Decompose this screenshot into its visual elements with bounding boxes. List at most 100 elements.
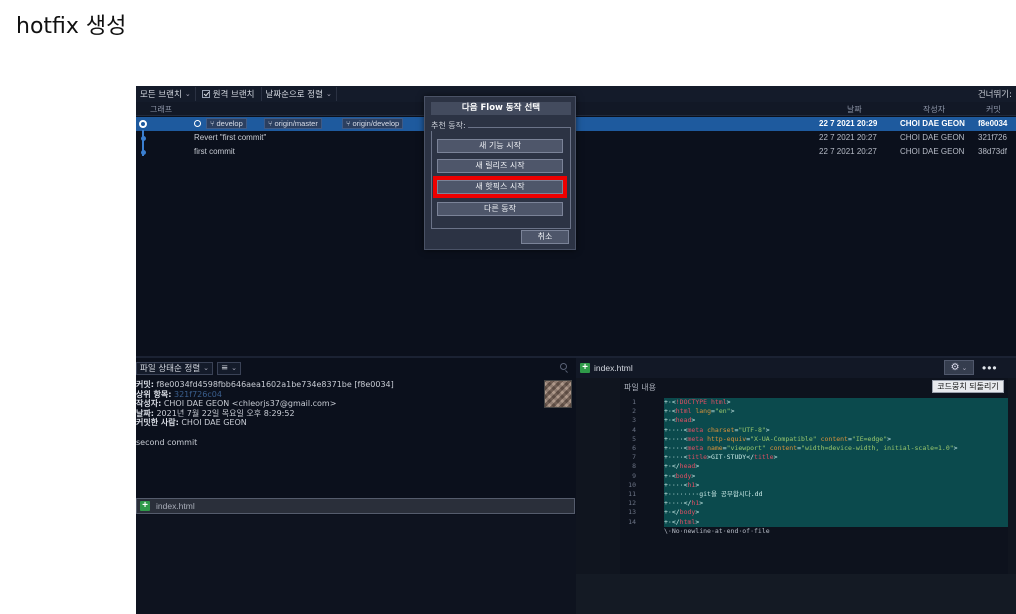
branch-tag[interactable]: ⑂ origin/master xyxy=(264,118,322,129)
commit-author: CHOI DAE GEON xyxy=(900,133,965,142)
diff-content-panel: 파일 내용 코드뭉치 되돌리기 1 +·<!DOCTYPE html> 2 +·<ht… xyxy=(620,378,1008,574)
commit-list-header: 그래프 날짜 작성자 커밋 xyxy=(136,102,1016,116)
remote-branch-toggle[interactable]: 원격 브랜치 xyxy=(196,88,261,100)
column-date[interactable]: 날짜 xyxy=(847,104,862,115)
diff-line: 11 +········git을 공부합시다.dd xyxy=(620,490,1008,500)
line-text: +·</body> xyxy=(664,508,1008,518)
diff-pane: + index.html ⚙ ⌄ ••• 파일 내용 코드뭉치 되돌리기 1 +·… xyxy=(576,358,1016,614)
line-text: +·<head> xyxy=(664,416,1008,426)
checkbox-icon xyxy=(201,90,210,98)
line-text: +·<body> xyxy=(664,471,1008,481)
diff-line: 14 +·</html> xyxy=(620,517,1008,527)
diff-line: 3 +·<head> xyxy=(620,416,1008,426)
branch-tag[interactable]: ⑂ origin/develop xyxy=(342,118,404,129)
new-hotfix-button[interactable]: 새 핫픽스 시작 xyxy=(433,176,567,198)
diff-file-name: index.html xyxy=(594,363,633,373)
branch-icon: ⑂ xyxy=(210,119,215,128)
branch-filter-dropdown[interactable]: 모든 브랜치 ⌄ xyxy=(136,87,196,101)
line-number: 4 xyxy=(632,425,636,434)
search-icon[interactable] xyxy=(560,363,567,370)
line-number: 12 xyxy=(628,499,636,508)
line-text: +········git을 공부합시다.dd xyxy=(664,490,1008,500)
diff-settings-button[interactable]: ⚙ ⌄ xyxy=(944,360,974,375)
sort-order-dropdown[interactable]: 날짜순으로 정렬 ⌄ xyxy=(260,87,337,101)
page-title: hotfix 생성 xyxy=(16,14,127,39)
commit-row[interactable]: Revert "first commit" 22 7 2021 20:27 CH… xyxy=(136,131,1016,145)
line-text: +·<!DOCTYPE html> xyxy=(664,398,1008,408)
chevron-down-icon: ⌄ xyxy=(184,90,191,98)
line-number: 6 xyxy=(632,444,636,452)
commit-hash: 321f726 xyxy=(978,133,1007,142)
diff-line: 2 +·<html lang="en"> xyxy=(620,407,1008,417)
history-toolbar: 모든 브랜치 ⌄ 원격 브랜치 날짜순으로 정렬 ⌄ 건너뛰기: xyxy=(136,86,1016,102)
diff-line: 10 +····<h1> xyxy=(620,480,1008,490)
line-text: \·No·newline·at·end·of·file xyxy=(664,526,770,535)
parent-commit-link[interactable]: 321f726c04 xyxy=(174,390,222,399)
head-indicator-icon xyxy=(194,120,201,127)
revert-hunk-button[interactable]: 코드뭉치 되돌리기 xyxy=(932,380,1004,393)
diff-line: 5 +····<meta http-equiv="X-UA-Compatible"… xyxy=(620,434,1008,444)
sourcetree-window: 모든 브랜치 ⌄ 원격 브랜치 날짜순으로 정렬 ⌄ 건너뛰기: 그래프 날짜 … xyxy=(136,86,1016,614)
diff-line: 6 +····<meta name="viewport" content="wid… xyxy=(620,444,1008,454)
date-value: 2021년 7월 22일 목요일 오후 8:29:52 xyxy=(156,408,295,418)
line-text: +····<meta http-equiv="X-UA-Compatible" … xyxy=(664,434,1008,444)
new-feature-button[interactable]: 새 기능 시작 xyxy=(437,139,563,153)
added-file-icon: + xyxy=(580,363,590,373)
commit-date: 22 7 2021 20:29 xyxy=(819,119,878,128)
sort-order-label: 날짜순으로 정렬 xyxy=(265,90,323,100)
file-sort-dropdown[interactable]: 파일 상태순 정렬 ⌄ xyxy=(136,361,214,375)
line-text: +····</h1> xyxy=(664,499,1008,509)
commit-author: CHOI DAE GEON xyxy=(900,119,965,128)
commit-row[interactable]: first commit 22 7 2021 20:27 CHOI DAE GE… xyxy=(136,145,1016,159)
column-graph[interactable]: 그래프 xyxy=(150,104,172,115)
line-text: +····<h1> xyxy=(664,480,1008,490)
changed-file-row[interactable]: + index.html xyxy=(136,498,575,514)
commit-message: Revert "first commit" xyxy=(194,133,267,142)
file-status-bar: 파일 상태순 정렬 ⌄ ≡ ⌄ xyxy=(136,360,242,376)
line-number: 11 xyxy=(628,490,636,498)
changed-file-name: index.html xyxy=(156,501,195,511)
chevron-down-icon: ⌄ xyxy=(959,365,968,372)
branch-filter-label: 모든 브랜치 xyxy=(140,90,182,100)
commit-date: 22 7 2021 20:27 xyxy=(819,133,877,142)
author-value: CHOI DAE GEON <chleorjs37@gmail.com> xyxy=(163,399,337,409)
chevron-down-icon: ⌄ xyxy=(203,364,210,372)
diff-line: 9 +·<body> xyxy=(620,471,1008,481)
remote-branch-label: 원격 브랜치 xyxy=(212,90,255,100)
view-mode-dropdown[interactable]: ≡ ⌄ xyxy=(217,361,242,375)
line-text: +·</html> xyxy=(664,517,1008,527)
line-number: 8 xyxy=(632,462,636,471)
more-options-icon[interactable]: ••• xyxy=(982,361,998,375)
gear-icon: ⚙ xyxy=(950,362,960,373)
branch-icon: ⑂ xyxy=(346,119,351,128)
commit-sha: f8e0034fd4598fbb646aea1602a1be734e8371be… xyxy=(156,380,394,389)
line-text: +·</head> xyxy=(664,462,1008,472)
column-commit[interactable]: 커밋 xyxy=(986,104,1001,115)
line-text: +····<meta name="viewport" content="widt… xyxy=(664,444,1008,454)
committer-value: CHOI DAE GEON xyxy=(181,418,247,428)
commit-hash: 38d73df xyxy=(978,147,1007,156)
cancel-button[interactable]: 취소 xyxy=(521,230,569,244)
new-release-button[interactable]: 새 릴리즈 시작 xyxy=(437,159,563,173)
line-number: 10 xyxy=(628,480,636,489)
commit-info: 커밋: f8e0034fd4598fbb646aea1602a1be734e83… xyxy=(136,380,394,428)
diff-code: 1 +·<!DOCTYPE html> 2 +·<html lang="en"> 3 +·… xyxy=(620,398,1008,535)
diff-header: + index.html ⚙ ⌄ ••• xyxy=(576,358,1016,378)
diff-file-title: + index.html xyxy=(580,363,633,373)
diff-line: 12 +····</h1> xyxy=(620,499,1008,509)
diff-line: 4 +····<meta charset="UTF-8"> xyxy=(620,425,1008,435)
other-action-button[interactable]: 다른 동작 xyxy=(437,202,563,216)
branch-tag[interactable]: ⑂ develop xyxy=(206,118,247,129)
diff-line: 1 +·<!DOCTYPE html> xyxy=(620,398,1008,408)
no-newline-notice: \·No·newline·at·end·of·file xyxy=(620,527,1008,536)
commit-row[interactable]: ⑂ develop ⑂ origin/master ⑂ origin/develop … xyxy=(136,117,1016,131)
commit-message-body: second commit xyxy=(136,438,198,447)
diff-line: 13 +·</body> xyxy=(620,508,1008,518)
jump-to-label[interactable]: 건너뛰기: xyxy=(978,88,1012,100)
avatar xyxy=(544,380,572,408)
file-content-label: 파일 내용 xyxy=(624,383,656,392)
column-author[interactable]: 작성자 xyxy=(923,104,945,115)
line-number: 9 xyxy=(632,471,636,480)
line-text: +····<meta charset="UTF-8"> xyxy=(664,425,1008,435)
branch-icon: ⑂ xyxy=(268,119,273,128)
